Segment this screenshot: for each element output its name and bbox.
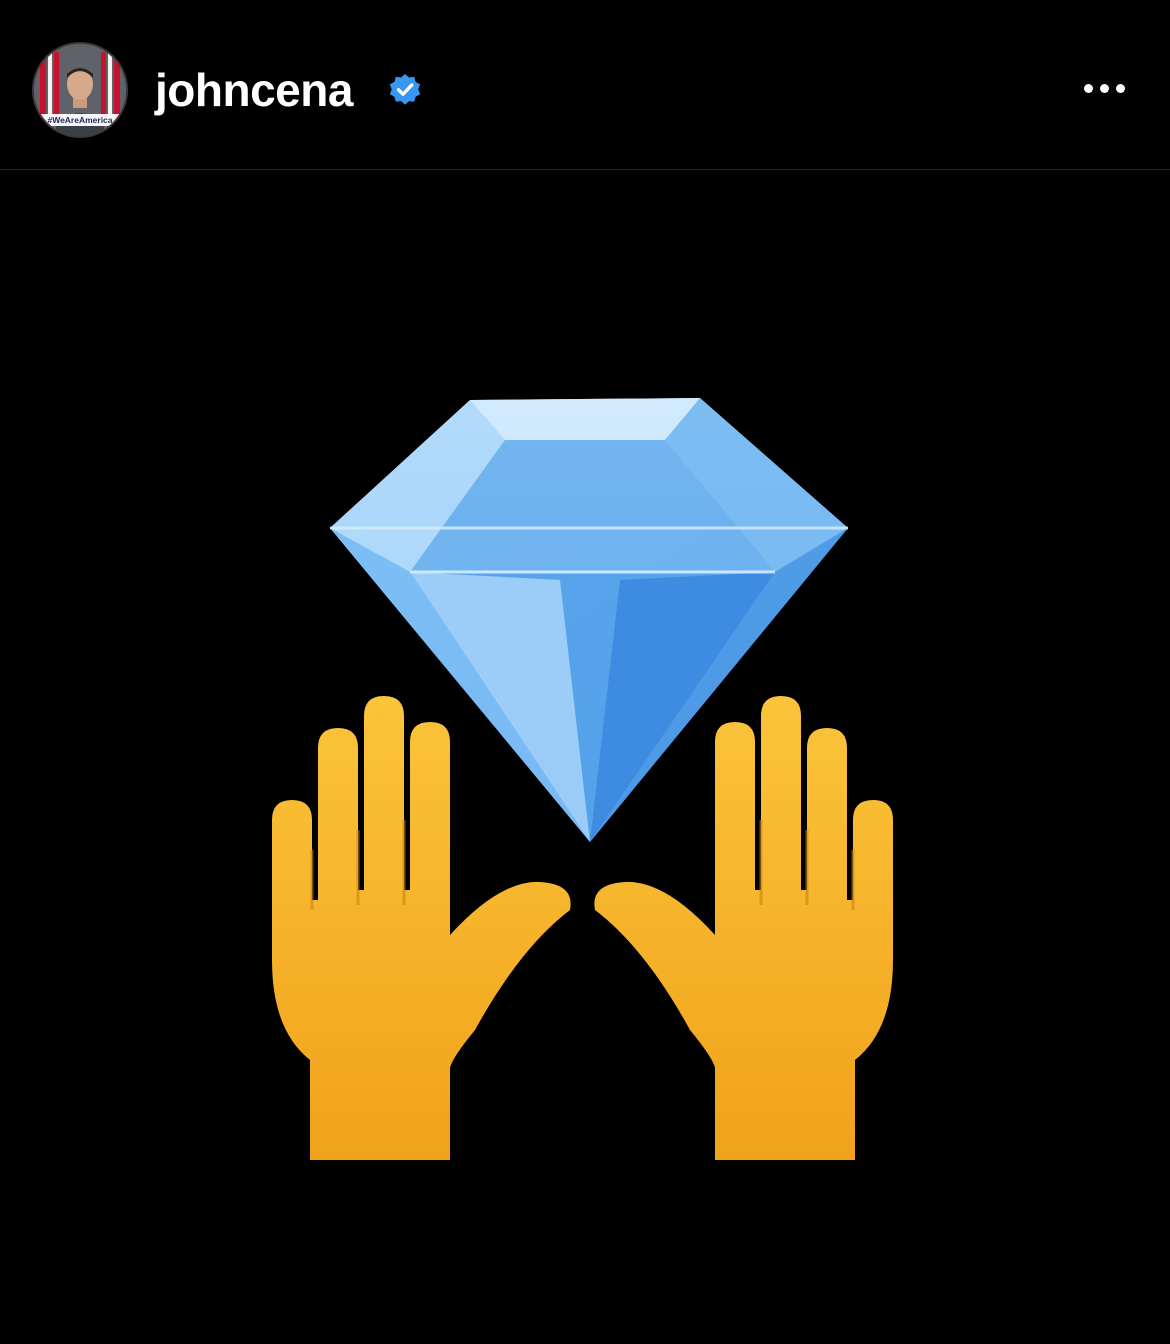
left-hand bbox=[272, 696, 571, 1160]
post-image[interactable] bbox=[0, 171, 1170, 1344]
post-image-artwork bbox=[272, 398, 893, 1160]
profile-photo-icon: #WeAreAmerica bbox=[34, 44, 126, 136]
username-link[interactable]: johncena bbox=[155, 60, 353, 120]
instagram-post-view: #WeAreAmerica johncena bbox=[0, 0, 1170, 1344]
more-options-button[interactable] bbox=[1072, 66, 1136, 110]
post-header: #WeAreAmerica johncena bbox=[0, 0, 1170, 170]
more-horizontal-icon bbox=[1115, 83, 1125, 93]
profile-avatar[interactable]: #WeAreAmerica bbox=[32, 42, 128, 138]
more-horizontal-icon bbox=[1099, 83, 1109, 93]
verified-badge-icon bbox=[389, 74, 421, 105]
avatar-badge-text: #WeAreAmerica bbox=[47, 115, 112, 125]
more-horizontal-icon bbox=[1083, 83, 1093, 93]
